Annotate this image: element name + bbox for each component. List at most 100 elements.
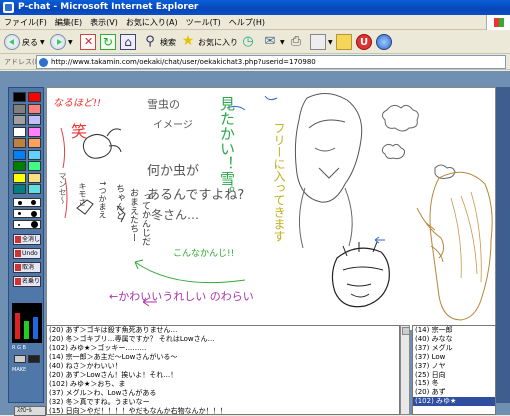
color-swatch[interactable]	[13, 184, 26, 194]
menu-help[interactable]: ヘルプ(H)	[225, 15, 269, 30]
color-swatch[interactable]	[13, 161, 26, 171]
color-swatch[interactable]	[28, 138, 41, 148]
chevron-down-icon: ▼	[328, 38, 333, 46]
user-item[interactable]: (15) 冬	[413, 379, 495, 388]
messenger-icon	[376, 34, 392, 50]
doodle-text: なるほど!!	[53, 98, 102, 109]
chat-line: (32) 冬＞真ですね。うまいなー	[49, 398, 150, 406]
forward-button[interactable]: ▼	[50, 33, 73, 51]
user-list[interactable]: (14) 宗一郎 (40) みなな (37) メグル (37) Low (37)…	[412, 325, 496, 415]
chevron-down-icon: ▼	[40, 38, 45, 46]
user-item[interactable]: (14) 宗一郎	[413, 326, 495, 335]
cancel-button[interactable]: 取消	[13, 262, 41, 273]
address-input[interactable]: http://www.takamin.com/oekaki/chat/user/…	[36, 55, 506, 69]
name-button[interactable]: 名乗り	[13, 276, 41, 287]
print-button[interactable]	[288, 33, 304, 51]
green-slider[interactable]	[24, 321, 29, 339]
doodle-text: マンセ～	[58, 172, 67, 204]
color-swatch[interactable]	[13, 92, 26, 102]
stop-button[interactable]	[80, 33, 96, 51]
name-label: 名乗り	[22, 278, 41, 285]
color-swatch[interactable]	[28, 149, 41, 160]
color-swatch[interactable]	[13, 138, 26, 148]
color-swatch[interactable]	[13, 149, 26, 160]
doodle-text: ↑つかまえ	[98, 180, 107, 219]
doodle-text: キモさ	[78, 182, 87, 206]
search-button[interactable]: 検索	[142, 33, 176, 51]
brush-size-row[interactable]	[13, 220, 41, 229]
color-swatch[interactable]	[28, 92, 41, 102]
edit-button[interactable]: ▼	[310, 33, 333, 51]
print-icon	[288, 34, 304, 50]
color-swatch[interactable]	[13, 103, 26, 114]
right-frame-bar	[496, 87, 510, 403]
user-item[interactable]: (37) Low	[413, 353, 495, 362]
doodle-text: ←かわいいうれしい のわらい	[109, 290, 254, 303]
color-swatch[interactable]	[28, 172, 41, 183]
chat-line: (14) 宗一郎＞あ主だ～Lowさんがいる～	[49, 353, 178, 361]
doodle-text: ってかんじだ	[140, 192, 150, 246]
search-label: 検索	[160, 37, 176, 47]
undo-button[interactable]: Undo	[13, 248, 41, 259]
back-button[interactable]: 戻る ▼	[4, 33, 45, 51]
brush-size-row[interactable]	[13, 209, 41, 218]
color-swatch[interactable]	[13, 115, 26, 125]
windows-flag-icon	[486, 15, 510, 30]
addon-button[interactable]	[356, 33, 372, 51]
title-bar[interactable]: P-chat - Microsoft Internet Explorer	[0, 0, 510, 15]
user-item-selected[interactable]: (102) みゆ★	[413, 397, 495, 407]
addon-icon	[356, 34, 372, 50]
back-arrow-icon	[4, 34, 20, 50]
color-swatch[interactable]	[28, 161, 41, 171]
doodle-text: フリーに入ってきます	[272, 122, 286, 242]
refresh-button[interactable]	[100, 33, 116, 51]
color-swatch[interactable]	[13, 172, 26, 183]
chat-log[interactable]: (20) あず＞ゴキは殺す魚死ありません… (20) 冬＞ゴキブリ…専属ですか？…	[46, 325, 400, 415]
favorites-label: お気に入り	[198, 37, 238, 47]
stop-icon	[80, 34, 96, 50]
color-swatch[interactable]	[28, 115, 41, 125]
ie-icon	[3, 2, 14, 13]
home-button[interactable]	[120, 33, 136, 51]
drawing-canvas[interactable]: なるほど!! 笑 マンセ～ 雪虫の イメージ 見たかい！雪。 フリーに入ってきま…	[46, 87, 496, 331]
alt-color-box[interactable]	[28, 355, 40, 363]
menu-tools[interactable]: ツール(T)	[182, 15, 225, 30]
history-button[interactable]	[240, 33, 256, 51]
home-icon	[120, 34, 136, 50]
menu-edit[interactable]: 編集(E)	[51, 15, 86, 30]
menu-view[interactable]: 表示(V)	[86, 15, 122, 30]
address-bar: アドレス(D) http://www.takamin.com/oekaki/ch…	[0, 54, 510, 70]
color-mixer[interactable]	[12, 303, 42, 343]
color-swatch[interactable]	[28, 103, 41, 114]
mail-button[interactable]: ▼	[262, 33, 285, 51]
blue-slider[interactable]	[33, 317, 38, 339]
menu-file[interactable]: ファイル(F)	[0, 15, 51, 30]
folder-button[interactable]	[336, 33, 352, 51]
current-color-box[interactable]	[14, 355, 26, 363]
history-icon	[240, 34, 256, 50]
color-swatch[interactable]	[28, 126, 41, 137]
color-swatch[interactable]	[13, 126, 26, 137]
refresh-icon	[100, 34, 116, 50]
color-swatch[interactable]	[28, 184, 41, 194]
undo-label: Undo	[22, 250, 38, 257]
doodle-text: ちゃんと	[114, 184, 124, 220]
chat-line: (20) あず＞ゴキは殺す魚死ありません…	[49, 326, 178, 334]
user-item[interactable]: (37) ノヤ	[413, 362, 495, 371]
favorites-button[interactable]: お気に入り	[180, 33, 238, 51]
green-label: G	[17, 345, 21, 351]
mail-icon	[262, 34, 278, 50]
red-slider[interactable]	[15, 313, 20, 339]
cancel-icon	[15, 264, 21, 271]
chat-scrollbar[interactable]	[400, 325, 410, 415]
red-label: R	[12, 345, 16, 351]
user-item[interactable]: (20) あず	[413, 388, 495, 397]
brush-size-row[interactable]	[13, 198, 41, 207]
menu-favorites[interactable]: お気に入り(A)	[122, 15, 182, 30]
clear-all-button[interactable]: 全消し	[13, 234, 41, 245]
messenger-button[interactable]	[376, 33, 392, 51]
user-item[interactable]: (40) みなな	[413, 335, 495, 344]
doodle-text: 冬さん…	[151, 208, 200, 222]
user-item[interactable]: (37) メグル	[413, 344, 495, 353]
search-icon	[142, 34, 158, 50]
